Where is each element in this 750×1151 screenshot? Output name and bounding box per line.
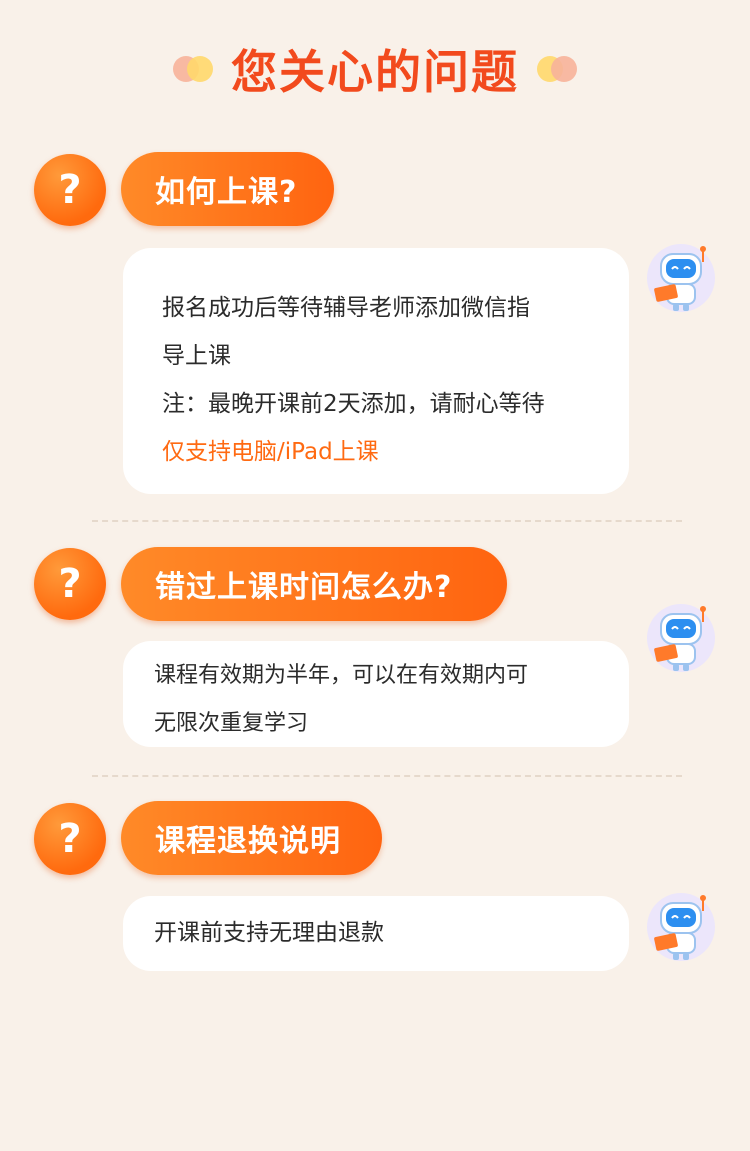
robot-mascot-icon [647, 604, 715, 672]
faq-answer-1: 报名成功后等待辅导老师添加微信指 导上课 注：最晚开课前2天添加，请耐心等待 仅… [123, 248, 629, 494]
robot-mascot-icon [647, 244, 715, 312]
page-title: 您关心的问题 [231, 45, 519, 99]
section-divider [92, 775, 682, 777]
answer-line: 注：最晚开课前2天添加，请耐心等待 [162, 391, 545, 417]
answer-line: 课程有效期为半年，可以在有效期内可 [154, 663, 529, 688]
question-mark-icon: ? [34, 154, 106, 226]
robot-mascot-icon [647, 893, 715, 961]
decorative-dots-icon [537, 55, 577, 83]
page-title-row: 您关心的问题 [0, 38, 750, 100]
faq-answer-2: 课程有效期为半年，可以在有效期内可 无限次重复学习 [123, 641, 629, 747]
faq-answer-3: 开课前支持无理由退款 [123, 896, 629, 971]
answer-line: 导上课 [162, 343, 231, 369]
decorative-dots-icon [173, 55, 213, 83]
question-mark-icon: ? [34, 548, 106, 620]
faq-question-1: 如何上课? [121, 152, 334, 226]
answer-line: 无限次重复学习 [154, 711, 309, 736]
answer-line: 报名成功后等待辅导老师添加微信指 [162, 295, 530, 321]
answer-highlight: 仅支持电脑/iPad上课 [162, 439, 379, 465]
faq-question-2: 错过上课时间怎么办? [121, 547, 507, 621]
faq-question-3: 课程退换说明 [121, 801, 382, 875]
question-mark-icon: ? [34, 803, 106, 875]
answer-line: 开课前支持无理由退款 [154, 920, 384, 946]
section-divider [92, 520, 682, 522]
